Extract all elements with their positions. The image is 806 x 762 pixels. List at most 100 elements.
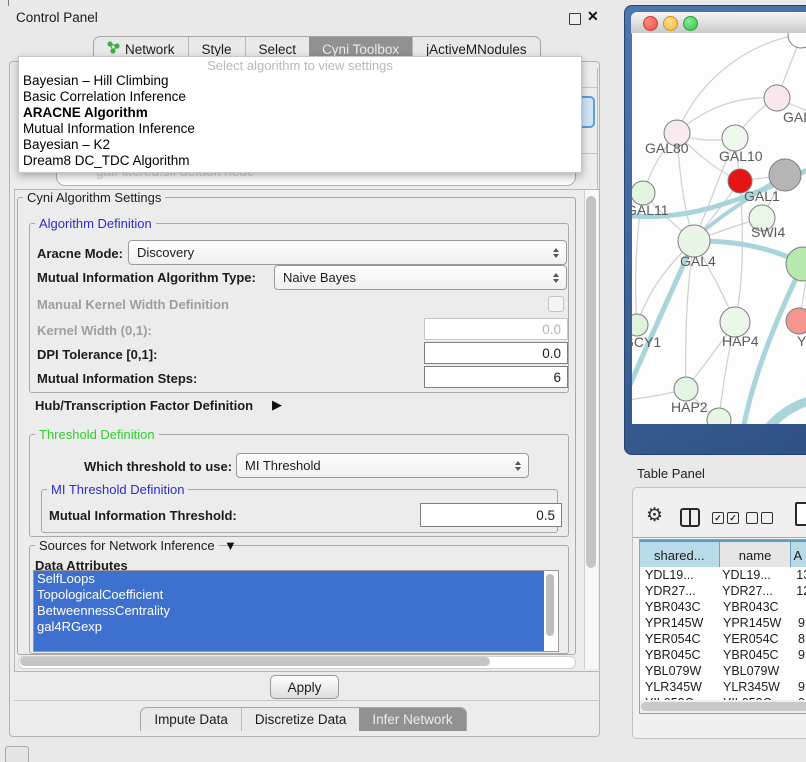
manual-kernel-checkbox[interactable] <box>548 296 564 312</box>
list-item[interactable]: BetweennessCentrality <box>34 603 544 619</box>
list-item-partial[interactable] <box>34 635 544 651</box>
checked-box-icon: ✓ <box>727 512 739 524</box>
gear-icon[interactable]: ⚙ <box>646 504 663 527</box>
mi-threshold-label: Mutual Information Threshold: <box>49 508 237 523</box>
dropdown-item[interactable]: Basic Correlation Inference <box>19 89 581 105</box>
bottom-tabbar: Impute Data Discretize Data Infer Networ… <box>140 707 466 731</box>
network-node[interactable] <box>707 408 731 424</box>
unchecked-box-icon <box>746 512 758 524</box>
list-item[interactable]: TopologicalCoefficient <box>34 587 544 603</box>
table-cell: YLR345W <box>640 679 721 695</box>
hidden-panel-border <box>597 68 598 190</box>
algorithm-definition-title: Algorithm Definition <box>35 216 156 231</box>
aracne-mode-label: Aracne Mode: <box>37 246 123 261</box>
dpi-tolerance-field[interactable]: 0.0 <box>424 342 568 364</box>
table-cell: YIL053C <box>721 695 796 700</box>
network-node[interactable] <box>786 308 806 334</box>
kernel-width-field[interactable]: 0.0 <box>424 318 568 340</box>
table-row[interactable]: YDL19...YDL19...13 <box>640 567 806 583</box>
combo-spinner-icon <box>553 273 559 283</box>
dropdown-item[interactable]: Mutual Information Inference <box>19 121 581 137</box>
table-cell: YDL19... <box>640 567 720 583</box>
network-node-label: GAL1 <box>744 188 780 204</box>
network-node[interactable] <box>769 159 801 191</box>
table-cell: YLR345W <box>721 679 796 695</box>
list-vertical-scrollbar-thumb[interactable] <box>546 574 554 636</box>
network-node-label: SWI4 <box>751 224 785 240</box>
dropdown-placeholder: Select algorithm to view settings <box>19 57 581 73</box>
table-row[interactable]: YBR043CYBR043C <box>640 599 806 615</box>
mi-steps-field[interactable]: 6 <box>424 366 568 388</box>
network-node-label: GCY1 <box>632 334 661 350</box>
list-item[interactable]: gal4RGexp <box>34 619 544 635</box>
sources-expand-icon[interactable]: ▼ <box>224 538 237 553</box>
network-node[interactable] <box>674 377 698 401</box>
mi-threshold-field[interactable]: 0.5 <box>420 503 562 527</box>
bottom-left-button[interactable] <box>5 746 29 762</box>
combo-spinner-icon <box>553 248 559 258</box>
new-column-icon[interactable] <box>795 502 806 526</box>
network-node[interactable] <box>632 314 648 336</box>
deselect-all-columns-icon[interactable] <box>746 512 773 524</box>
aracne-mode-combo[interactable]: Discovery <box>128 240 567 265</box>
dropdown-item[interactable]: Bayesian – Hill Climbing <box>19 73 581 89</box>
table-cell: 13 <box>794 567 806 583</box>
table-row[interactable]: YIL053CYIL053C0. <box>640 695 806 700</box>
tab-impute-data[interactable]: Impute Data <box>141 708 241 731</box>
network-node[interactable] <box>786 247 806 281</box>
which-threshold-label: Which threshold to use: <box>84 459 232 474</box>
dropdown-item[interactable]: Dream8 DC_TDC Algorithm <box>19 153 581 169</box>
which-threshold-combo[interactable]: MI Threshold <box>236 453 529 478</box>
tab-label: Infer Network <box>372 712 452 727</box>
network-node[interactable] <box>764 85 790 111</box>
network-view-canvas[interactable]: GALGAL80GAL10GAL1GAL11SWI4GAL4GCY1HAP4YH… <box>632 33 806 424</box>
column-header-shared-name[interactable]: shared... <box>640 542 720 568</box>
select-all-columns-icon[interactable]: ✓ ✓ <box>712 512 739 524</box>
table-cell: YPR145W <box>721 615 796 631</box>
app-window: Control Panel ✕ Network Style Select Cyn… <box>0 0 806 762</box>
network-node[interactable] <box>788 33 806 48</box>
tab-infer-network[interactable]: Infer Network <box>359 708 465 731</box>
hub-definition-label: Hub/Transcription Factor Definition <box>35 398 253 413</box>
mi-type-combo[interactable]: Naive Bayes <box>274 265 567 290</box>
dropdown-item[interactable]: Bayesian – K2 <box>19 137 581 153</box>
table-row[interactable]: YLR345WYLR345W9. <box>640 679 806 695</box>
unchecked-box-icon <box>761 512 773 524</box>
table-horizontal-scrollbar-thumb[interactable] <box>641 702 806 711</box>
table-header-row: shared... name A <box>640 540 806 569</box>
column-header-clipped[interactable]: A <box>791 542 806 568</box>
close-panel-icon[interactable]: ✕ <box>587 8 599 25</box>
network-svg: GALGAL80GAL10GAL1GAL11SWI4GAL4GCY1HAP4YH… <box>632 33 806 424</box>
table-row[interactable]: YBL079WYBL079W <box>640 663 806 679</box>
network-tab-icon <box>107 41 120 57</box>
float-panel-icon[interactable] <box>569 13 581 25</box>
network-node-label: GAL10 <box>719 148 763 164</box>
minimize-window-icon[interactable] <box>663 16 678 31</box>
dropdown-item-selected[interactable]: ARACNE Algorithm <box>19 105 581 121</box>
hub-expand-icon[interactable]: ▶ <box>272 397 282 413</box>
settings-vertical-scrollbar-thumb[interactable] <box>586 196 596 568</box>
column-header-name[interactable]: name <box>720 542 792 568</box>
table-row[interactable]: YDR27...YDR27...12 <box>640 583 806 599</box>
split-columns-icon[interactable] <box>680 508 700 527</box>
table-cell: YBR043C <box>721 599 796 615</box>
threshold-definition-title: Threshold Definition <box>35 427 159 442</box>
settings-horizontal-scrollbar-thumb[interactable] <box>20 657 490 666</box>
zoom-window-icon[interactable] <box>683 16 698 31</box>
network-window-titlebar[interactable] <box>631 12 806 34</box>
mi-threshold-title: MI Threshold Definition <box>47 482 188 497</box>
apply-button[interactable]: Apply <box>270 675 339 699</box>
close-window-icon[interactable] <box>643 16 658 31</box>
list-item[interactable]: SelfLoops <box>34 571 544 587</box>
table-cell: YER054C <box>640 631 721 647</box>
mi-type-label: Mutual Information Algorithm Type: <box>37 270 256 285</box>
table-cell <box>796 599 798 615</box>
table-row[interactable]: YPR145WYPR145W9. <box>640 615 806 631</box>
aracne-mode-value: Discovery <box>137 245 194 260</box>
checked-box-icon: ✓ <box>712 512 724 524</box>
network-node-label: HAP4 <box>722 333 759 349</box>
table-panel-title: Table Panel <box>637 466 705 481</box>
table-row[interactable]: YER054CYER054C8. <box>640 631 806 647</box>
table-row[interactable]: YBR045CYBR045C9. <box>640 647 806 663</box>
tab-discretize-data[interactable]: Discretize Data <box>241 708 360 731</box>
